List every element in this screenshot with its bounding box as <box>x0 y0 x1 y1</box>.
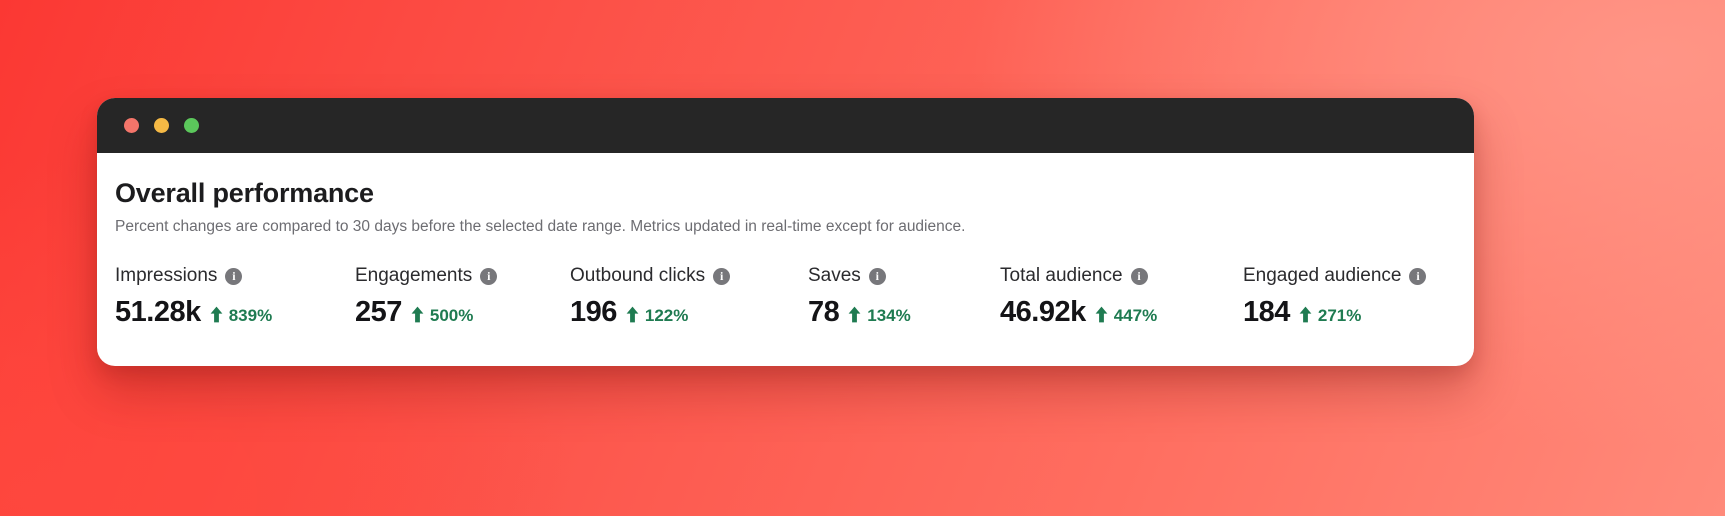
page-title: Overall performance <box>115 178 374 208</box>
metric-body: 196 122% <box>570 298 798 327</box>
info-icon[interactable]: i <box>225 268 243 286</box>
metric-change-value: 271% <box>1317 306 1362 326</box>
info-icon-glyph: i <box>720 269 724 284</box>
metric-header: Total audience i <box>1000 265 1233 287</box>
arrow-up-icon <box>1299 306 1312 323</box>
panel-content: Overall performance Percent changes are … <box>97 153 1474 327</box>
metric-body: 257 500% <box>355 298 560 327</box>
metric-header: Saves i <box>808 265 990 287</box>
metric-card-outbound-clicks: Outbound clicks i 196 122% <box>570 266 808 327</box>
metric-change: 271% <box>1299 304 1361 324</box>
info-icon-glyph: i <box>1416 269 1420 284</box>
metric-value: 196 <box>570 296 617 329</box>
metric-change-value: 447% <box>1113 306 1158 326</box>
metric-change-value: 839% <box>228 306 273 326</box>
metric-label: Saves <box>808 265 861 287</box>
metric-card-engaged-audience: Engaged audience i 184 271% <box>1243 266 1473 327</box>
metric-card-impressions: Impressions i 51.28k 839% <box>115 266 355 327</box>
metric-body: 184 271% <box>1243 298 1463 327</box>
arrow-up-icon <box>411 306 424 323</box>
metric-card-saves: Saves i 78 134% <box>808 266 1000 327</box>
info-icon-glyph: i <box>232 269 236 284</box>
metric-body: 51.28k 839% <box>115 298 345 327</box>
metric-change: 122% <box>626 304 688 324</box>
info-icon-glyph: i <box>875 269 879 284</box>
metrics-row: Impressions i 51.28k 839% Engagements i … <box>115 266 1474 327</box>
arrow-up-icon <box>626 306 639 323</box>
metric-change: 134% <box>848 304 911 326</box>
panel-subtitle: Percent changes are compared to 30 days … <box>115 217 966 235</box>
metric-body: 46.92k 447% <box>1000 298 1233 327</box>
metric-label: Total audience <box>1000 265 1123 287</box>
metric-change-value: 500% <box>429 306 474 326</box>
window-close-button[interactable] <box>124 118 139 133</box>
metric-value: 78 <box>808 296 840 329</box>
metric-value: 184 <box>1243 296 1290 329</box>
metric-header: Outbound clicks i <box>570 265 798 287</box>
metric-change-value: 134% <box>867 306 911 326</box>
metric-label: Engagements <box>355 265 473 287</box>
window-maximize-button[interactable] <box>184 118 199 133</box>
metric-body: 78 134% <box>808 298 990 327</box>
info-icon[interactable]: i <box>868 268 886 286</box>
window-minimize-button[interactable] <box>154 118 169 133</box>
info-icon[interactable]: i <box>480 268 498 286</box>
metric-label: Impressions <box>115 265 218 287</box>
metric-value: 46.92k <box>1000 296 1086 329</box>
metric-value: 51.28k <box>115 296 201 329</box>
arrow-up-icon <box>848 306 861 323</box>
metric-change: 500% <box>411 304 473 324</box>
info-icon[interactable]: i <box>713 268 731 286</box>
metric-card-total-audience: Total audience i 46.92k 447% <box>1000 266 1243 327</box>
window-titlebar <box>97 98 1474 153</box>
browser-window-card: Overall performance Percent changes are … <box>97 98 1474 366</box>
arrow-up-icon <box>210 306 223 323</box>
info-icon[interactable]: i <box>1409 268 1427 286</box>
metric-change-value: 122% <box>644 306 689 326</box>
metric-card-engagements: Engagements i 257 500% <box>355 266 570 327</box>
metric-change: 447% <box>1095 304 1157 324</box>
metric-header: Impressions i <box>115 265 345 287</box>
metric-header: Engagements i <box>355 265 560 287</box>
info-icon[interactable]: i <box>1130 268 1148 286</box>
arrow-up-icon <box>1095 306 1108 323</box>
metric-header: Engaged audience i <box>1243 265 1463 287</box>
metric-label: Outbound clicks <box>570 265 706 287</box>
info-icon-glyph: i <box>1137 269 1141 284</box>
page-background: Overall performance Percent changes are … <box>0 0 1725 516</box>
metric-label: Engaged audience <box>1243 265 1402 287</box>
metric-change: 839% <box>210 304 272 324</box>
info-icon-glyph: i <box>487 269 491 284</box>
metric-value: 257 <box>355 296 402 329</box>
